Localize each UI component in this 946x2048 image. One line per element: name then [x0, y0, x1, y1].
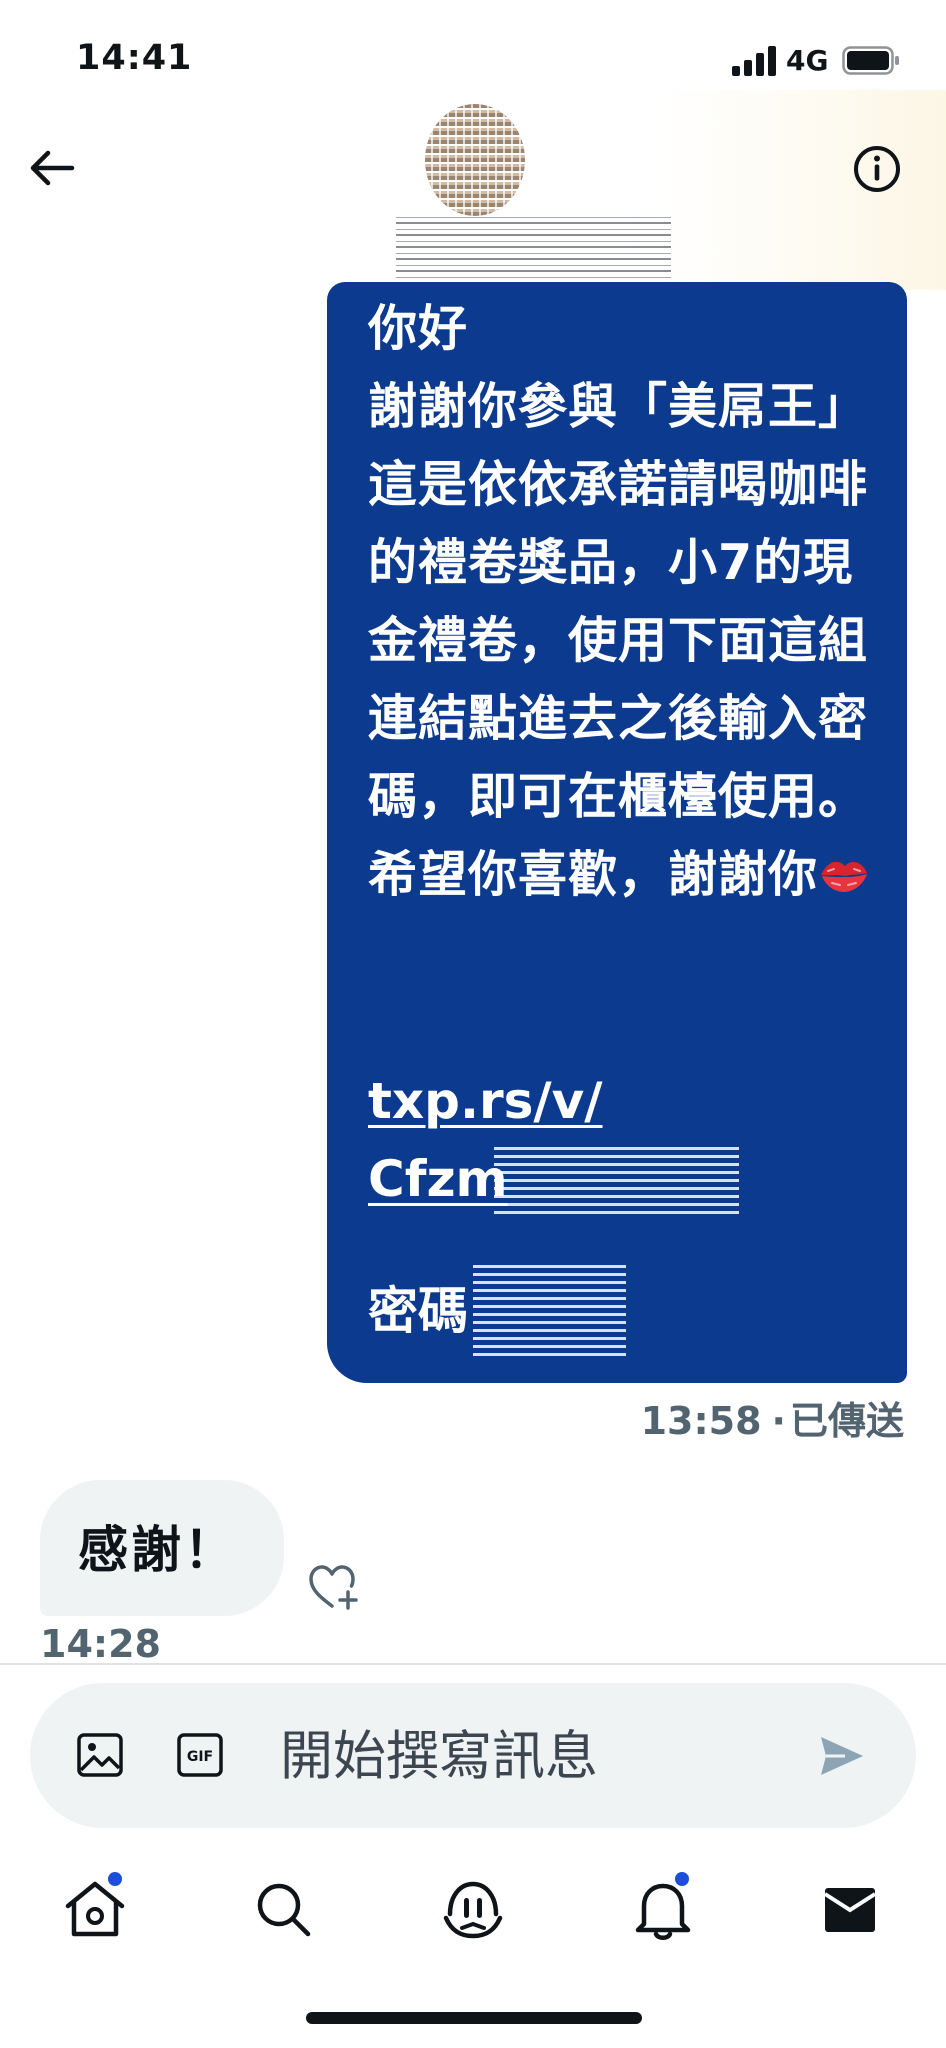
message-composer: GIF [30, 1683, 916, 1828]
outgoing-message-meta: 13:58 · 已傳送 [641, 1390, 904, 1445]
info-icon[interactable] [852, 144, 902, 194]
avatar[interactable] [425, 104, 525, 216]
status-time: 14:41 [76, 38, 193, 78]
outgoing-message-body: 你好 謝謝你參與「美屌王」這是依依承諾請喝咖啡的禮卷獎品，小7的現金禮卷，使用下… [368, 300, 869, 903]
link-redacted [494, 1146, 739, 1214]
home-badge [108, 1872, 122, 1886]
message-input[interactable] [280, 1713, 800, 1799]
heart-plus-icon[interactable] [305, 1562, 359, 1614]
outgoing-message-time: 13:58 [640, 1399, 762, 1443]
network-type: 4G [786, 44, 829, 77]
incoming-message-time: 14:28 [40, 1622, 161, 1666]
back-arrow-icon[interactable] [26, 142, 78, 194]
spaces-icon[interactable] [438, 1874, 508, 1944]
meta-separator: · [771, 1399, 786, 1443]
incoming-message-text: 感謝！ [78, 1521, 237, 1579]
home-icon[interactable] [60, 1874, 130, 1944]
home-indicator[interactable] [306, 2012, 642, 2024]
gif-icon[interactable]: GIF [175, 1730, 225, 1780]
search-icon[interactable] [248, 1874, 318, 1944]
battery-icon [842, 46, 899, 75]
outgoing-message-text: 你好 謝謝你參與「美屌王」這是依依承諾請喝咖啡的禮卷獎品，小7的現金禮卷，使用下… [368, 290, 893, 914]
messages-icon[interactable] [815, 1874, 885, 1944]
outgoing-message-status: 已傳送 [789, 1399, 904, 1443]
notifications-badge [675, 1872, 689, 1886]
password-label: 密碼 [368, 1282, 468, 1340]
svg-text:GIF: GIF [187, 1749, 213, 1765]
image-icon[interactable] [75, 1730, 125, 1780]
kiss-mark-icon [821, 861, 868, 892]
outgoing-message-bubble[interactable]: 你好 謝謝你參與「美屌王」這是依依承諾請喝咖啡的禮卷獎品，小7的現金禮卷，使用下… [327, 282, 907, 1383]
incoming-message-bubble[interactable]: 感謝！ [40, 1480, 284, 1616]
password-redacted [473, 1264, 626, 1356]
signal-icon [732, 46, 776, 76]
bottom-navigation [0, 1856, 946, 1996]
conversation-header [0, 90, 946, 296]
notifications-icon[interactable] [628, 1874, 698, 1944]
send-icon[interactable] [815, 1729, 869, 1783]
